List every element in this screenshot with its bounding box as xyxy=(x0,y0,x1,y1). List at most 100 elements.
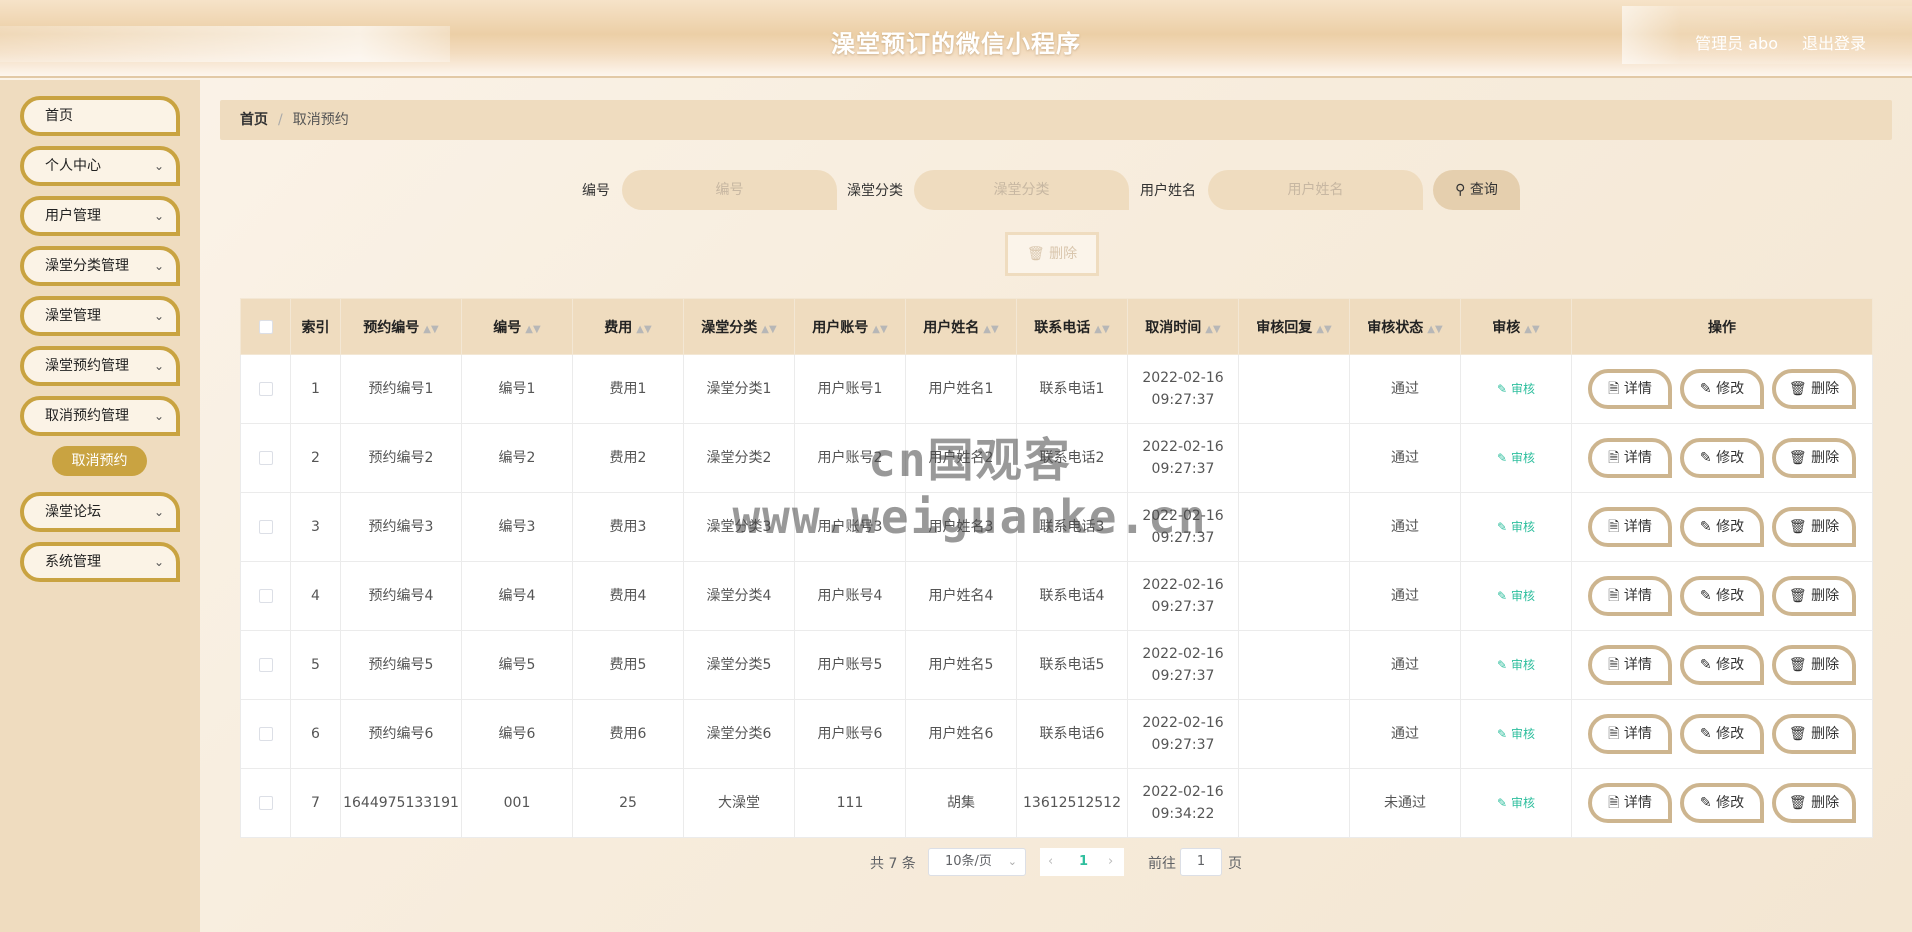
edit-button[interactable]: ✎ 修改 xyxy=(1680,714,1764,754)
row-select-cell[interactable] xyxy=(240,423,291,493)
select-all-cell[interactable] xyxy=(240,298,291,355)
row-checkbox[interactable] xyxy=(258,382,273,396)
audit-link[interactable]: ✎ 审核 xyxy=(1497,451,1535,465)
sidebar-item-profile[interactable]: 个人中心 ⌄ xyxy=(20,146,180,186)
pencil-icon: ✎ xyxy=(1497,520,1508,534)
search-button[interactable]: ⚲ 查询 xyxy=(1433,170,1520,210)
sort-icon[interactable]: ▲▼ xyxy=(872,324,887,335)
edit-button[interactable]: ✎ 修改 xyxy=(1680,783,1764,823)
audit-link[interactable]: ✎ 审核 xyxy=(1497,520,1535,534)
sidebar: 首页 个人中心 ⌄ 用户管理 ⌄ 澡堂分类管理 ⌄ 澡堂管理 ⌄ 澡堂预约管理 … xyxy=(0,80,200,932)
sidebar-item-system[interactable]: 系统管理 ⌄ xyxy=(20,542,180,582)
sidebar-item-home[interactable]: 首页 xyxy=(20,96,180,136)
column-header[interactable]: 审核状态 ▲▼ xyxy=(1349,298,1461,355)
delete-button[interactable]: 🗑 删除 xyxy=(1772,438,1856,478)
table-row: 2 预约编号2 编号2 费用2 澡堂分类2 用户账号2 用户姓名2 联系电话2 2022-02-… xyxy=(240,423,1873,493)
sort-icon[interactable]: ▲▼ xyxy=(1316,324,1331,335)
column-header[interactable]: 澡堂分类 ▲▼ xyxy=(683,298,795,355)
row-select-cell[interactable] xyxy=(240,768,291,838)
sort-icon[interactable]: ▲▼ xyxy=(525,324,540,335)
edit-button[interactable]: ✎ 修改 xyxy=(1680,369,1764,409)
sidebar-item-forum[interactable]: 澡堂论坛 ⌄ xyxy=(20,492,180,532)
sidebar-item-users[interactable]: 用户管理 ⌄ xyxy=(20,196,180,236)
prev-page-icon[interactable]: ‹ xyxy=(1048,848,1053,876)
pencil-icon: ✎ xyxy=(1497,382,1508,396)
detail-button[interactable]: 🗎 详情 xyxy=(1588,438,1672,478)
pencil-icon: ✎ xyxy=(1699,726,1712,742)
audit-link[interactable]: ✎ 审核 xyxy=(1497,382,1535,396)
cell-reply xyxy=(1238,630,1350,700)
row-select-cell[interactable] xyxy=(240,354,291,424)
search-input-username[interactable] xyxy=(1208,170,1423,210)
column-header[interactable]: 预约编号 ▲▼ xyxy=(340,298,462,355)
row-checkbox[interactable] xyxy=(258,451,273,465)
delete-button[interactable]: 🗑 删除 xyxy=(1772,576,1856,616)
edit-button[interactable]: ✎ 修改 xyxy=(1680,645,1764,685)
search-button-label: 查询 xyxy=(1469,182,1498,198)
edit-button[interactable]: ✎ 修改 xyxy=(1680,438,1764,478)
row-checkbox[interactable] xyxy=(258,589,273,603)
search-input-category[interactable] xyxy=(914,170,1129,210)
audit-link[interactable]: ✎ 审核 xyxy=(1497,658,1535,672)
bulk-delete-button[interactable]: 🗑 删除 xyxy=(1005,232,1099,276)
detail-button[interactable]: 🗎 详情 xyxy=(1588,645,1672,685)
cell-account: 用户账号3 xyxy=(794,492,906,562)
column-header[interactable]: 费用 ▲▼ xyxy=(572,298,684,355)
page-size-select[interactable]: 10条/页 ⌄ xyxy=(928,848,1026,876)
detail-button[interactable]: 🗎 详情 xyxy=(1588,369,1672,409)
row-select-cell[interactable] xyxy=(240,492,291,562)
logout-link[interactable]: 退出登录 xyxy=(1802,30,1866,54)
edit-button[interactable]: ✎ 修改 xyxy=(1680,507,1764,547)
row-select-cell[interactable] xyxy=(240,630,291,700)
column-header[interactable]: 用户账号 ▲▼ xyxy=(794,298,906,355)
column-header[interactable]: 取消时间 ▲▼ xyxy=(1127,298,1239,355)
row-checkbox[interactable] xyxy=(258,520,273,534)
column-header[interactable]: 编号 ▲▼ xyxy=(461,298,573,355)
column-header[interactable]: 联系电话 ▲▼ xyxy=(1016,298,1128,355)
column-header[interactable]: 用户姓名 ▲▼ xyxy=(905,298,1017,355)
page-number[interactable]: 1 xyxy=(1079,848,1088,876)
edit-button[interactable]: ✎ 修改 xyxy=(1680,576,1764,616)
sidebar-item-bookings[interactable]: 澡堂预约管理 ⌄ xyxy=(20,346,180,386)
column-header[interactable]: 审核 ▲▼ xyxy=(1460,298,1572,355)
cancel-date: 2022-02-16 xyxy=(1142,577,1224,593)
sort-icon[interactable]: ▲▼ xyxy=(1427,324,1442,335)
sort-icon[interactable]: ▲▼ xyxy=(423,324,438,335)
delete-button[interactable]: 🗑 删除 xyxy=(1772,714,1856,754)
column-header[interactable]: 审核回复 ▲▼ xyxy=(1238,298,1350,355)
breadcrumb-home[interactable]: 首页 xyxy=(240,112,268,128)
sidebar-subitem-cancel-booking[interactable]: 取消预约 xyxy=(52,446,147,476)
sort-icon[interactable]: ▲▼ xyxy=(983,324,998,335)
sidebar-item-bath-category[interactable]: 澡堂分类管理 ⌄ xyxy=(20,246,180,286)
row-select-cell[interactable] xyxy=(240,699,291,769)
sort-icon[interactable]: ▲▼ xyxy=(1205,324,1220,335)
detail-button[interactable]: 🗎 详情 xyxy=(1588,576,1672,616)
row-checkbox[interactable] xyxy=(258,658,273,672)
delete-button[interactable]: 🗑 删除 xyxy=(1772,645,1856,685)
audit-link[interactable]: ✎ 审核 xyxy=(1497,589,1535,603)
sidebar-item-cancellations[interactable]: 取消预约管理 ⌄ xyxy=(20,396,180,436)
delete-button[interactable]: 🗑 删除 xyxy=(1772,507,1856,547)
delete-label: 删除 xyxy=(1811,726,1840,742)
search-input-number[interactable] xyxy=(622,170,837,210)
row-checkbox[interactable] xyxy=(258,727,273,741)
delete-button[interactable]: 🗑 删除 xyxy=(1772,783,1856,823)
row-checkbox[interactable] xyxy=(258,796,273,810)
sidebar-item-bath[interactable]: 澡堂管理 ⌄ xyxy=(20,296,180,336)
detail-button[interactable]: 🗎 详情 xyxy=(1588,783,1672,823)
delete-button[interactable]: 🗑 删除 xyxy=(1772,369,1856,409)
next-page-icon[interactable]: › xyxy=(1108,848,1113,876)
detail-button[interactable]: 🗎 详情 xyxy=(1588,507,1672,547)
audit-link[interactable]: ✎ 审核 xyxy=(1497,727,1535,741)
row-select-cell[interactable] xyxy=(240,561,291,631)
sort-icon[interactable]: ▲▼ xyxy=(761,324,776,335)
select-all-checkbox[interactable] xyxy=(258,319,273,334)
goto-page-input[interactable]: 1 xyxy=(1180,848,1222,876)
sort-icon[interactable]: ▲▼ xyxy=(1094,324,1109,335)
detail-button[interactable]: 🗎 详情 xyxy=(1588,714,1672,754)
sort-icon[interactable]: ▲▼ xyxy=(1524,324,1539,335)
sort-icon[interactable]: ▲▼ xyxy=(636,324,651,335)
cell-fee: 费用3 xyxy=(572,492,684,562)
audit-link[interactable]: ✎ 审核 xyxy=(1497,796,1535,810)
cell-no: 编号6 xyxy=(461,699,573,769)
